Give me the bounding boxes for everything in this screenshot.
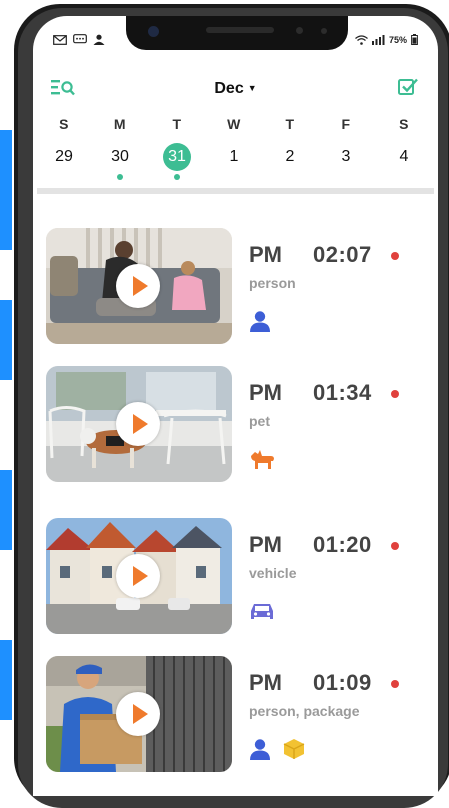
selected-date-circle: 31 xyxy=(157,143,197,171)
date-number: 29 xyxy=(55,148,73,165)
person-icon xyxy=(250,311,270,332)
new-event-dot xyxy=(391,390,399,398)
calendar-day-selected[interactable]: T 31 xyxy=(157,116,197,180)
new-event-dot xyxy=(391,542,399,550)
play-icon[interactable] xyxy=(116,692,160,736)
checkbox-icon[interactable] xyxy=(398,78,418,96)
event-item[interactable]: PM 01:09 person, package xyxy=(46,656,426,774)
play-icon[interactable] xyxy=(116,264,160,308)
background-strip xyxy=(0,640,12,720)
vehicle-icon xyxy=(251,604,273,619)
event-thumbnail[interactable] xyxy=(46,228,232,344)
month-selector[interactable]: Dec ▼ xyxy=(33,80,438,98)
package-icon xyxy=(283,739,305,759)
calendar-day[interactable]: M 30 xyxy=(100,116,140,180)
status-bar-left xyxy=(53,34,105,45)
weekday-label: S xyxy=(399,116,409,132)
event-thumbnail[interactable] xyxy=(46,518,232,634)
new-event-dot xyxy=(391,680,399,688)
weekday-label: W xyxy=(227,116,241,132)
section-divider xyxy=(37,188,434,194)
earpiece-speaker xyxy=(206,27,274,33)
wifi-icon xyxy=(355,34,368,45)
has-events-dot xyxy=(117,174,123,180)
event-label: person, package xyxy=(249,703,360,719)
event-ampm: PM xyxy=(249,242,282,267)
person-icon xyxy=(250,739,270,760)
message-icon xyxy=(73,34,87,44)
event-label: person xyxy=(249,275,296,291)
play-icon[interactable] xyxy=(116,402,160,446)
event-time: 01:34 xyxy=(313,380,372,405)
event-ampm: PM xyxy=(249,670,282,695)
battery-icon xyxy=(411,34,418,45)
event-item[interactable]: PM 01:34 pet xyxy=(46,366,426,484)
weekday-label: M xyxy=(113,116,127,132)
event-thumbnail[interactable] xyxy=(46,656,232,772)
proximity-sensor xyxy=(296,27,303,34)
calendar-day[interactable]: W 1 xyxy=(214,116,254,171)
calendar-day[interactable]: S 29 xyxy=(44,116,84,171)
event-time: 02:07 xyxy=(313,242,372,267)
event-type-icons xyxy=(249,738,305,760)
event-ampm: PM xyxy=(249,532,282,557)
date-number: 3 xyxy=(341,148,351,165)
date-number: 2 xyxy=(285,148,295,165)
front-camera xyxy=(148,26,159,37)
caret-down-icon: ▼ xyxy=(247,83,257,93)
new-event-dot xyxy=(391,252,399,260)
date-number: 30 xyxy=(111,148,129,165)
calendar-day[interactable]: S 4 xyxy=(384,116,424,171)
account-icon xyxy=(93,34,105,45)
calendar-day[interactable]: T 2 xyxy=(270,116,310,171)
event-type-icons xyxy=(249,448,275,470)
month-label: Dec xyxy=(214,80,244,97)
date-number: 4 xyxy=(399,148,409,165)
weekday-label: S xyxy=(59,116,69,132)
camera-notch xyxy=(126,16,348,50)
battery-percent: 75% xyxy=(388,34,407,45)
weekday-label: T xyxy=(172,116,182,132)
signal-icon xyxy=(371,34,385,45)
date-number: 1 xyxy=(229,148,239,165)
event-thumbnail[interactable] xyxy=(46,366,232,482)
event-item[interactable]: PM 02:07 person xyxy=(46,228,426,346)
light-sensor xyxy=(321,28,327,34)
background-strip xyxy=(0,130,12,250)
mail-icon xyxy=(53,34,67,45)
weekday-label: T xyxy=(285,116,295,132)
app-screen: 75% Dec ▼ S 29 M 30 T 31 W 1 T 2 F 3 S 4… xyxy=(33,16,438,796)
weekday-label: F xyxy=(341,116,351,132)
status-bar-right: 75% xyxy=(355,34,418,45)
date-number: 31 xyxy=(163,143,191,171)
calendar-day[interactable]: F 3 xyxy=(326,116,366,171)
event-label: vehicle xyxy=(249,565,297,581)
pet-icon xyxy=(251,450,274,469)
event-type-icons xyxy=(249,600,275,622)
event-ampm: PM xyxy=(249,380,282,405)
event-item[interactable]: PM 01:20 vehicle xyxy=(46,518,426,636)
background-strip xyxy=(0,300,12,380)
event-label: pet xyxy=(249,413,270,429)
event-time: 01:20 xyxy=(313,532,372,557)
has-events-dot xyxy=(174,174,180,180)
event-time: 01:09 xyxy=(313,670,372,695)
play-icon[interactable] xyxy=(116,554,160,598)
event-type-icons xyxy=(249,310,271,332)
top-bar: Dec ▼ xyxy=(33,76,438,106)
background-strip xyxy=(0,470,12,550)
